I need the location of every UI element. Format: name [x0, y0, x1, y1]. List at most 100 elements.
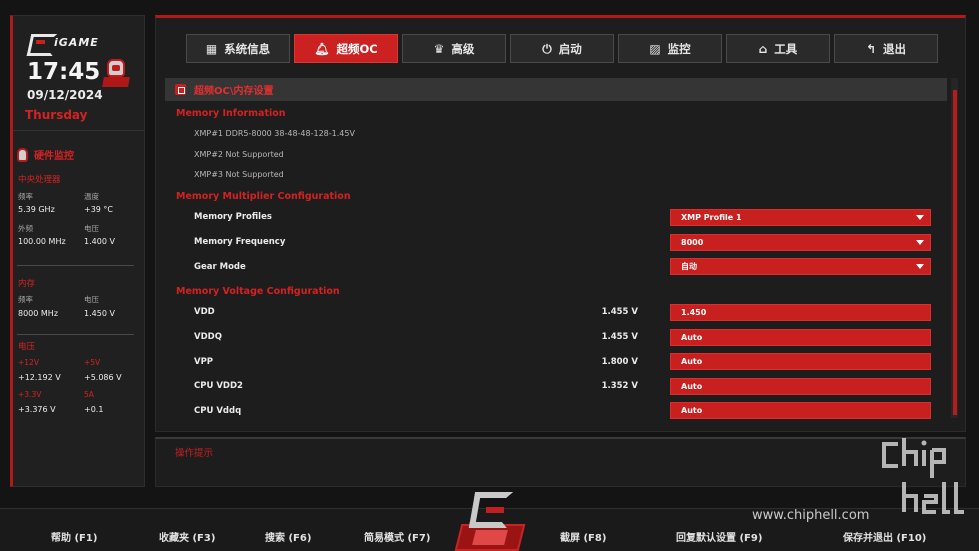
memory-frequency-value: 8000 — [681, 238, 704, 247]
tab-advanced[interactable]: ♛ 高级 — [402, 34, 506, 63]
tab-tools[interactable]: ⌂ 工具 — [726, 34, 830, 63]
cpu-vdd2-input[interactable]: Auto — [670, 378, 931, 395]
vdd-value: 1.450 — [681, 308, 707, 317]
sidebar-divider — [17, 265, 134, 266]
v5-label: +5V — [84, 358, 101, 367]
robot-icon — [17, 147, 28, 162]
memory-profiles-label: Memory Profiles — [194, 212, 272, 222]
cpu-bclk-label: 外频 — [18, 224, 33, 233]
cpu-vdd2-reading: 1.352 V — [601, 381, 638, 391]
help-title: 操作提示 — [175, 448, 214, 459]
memory-freq-value: 8000 MHz — [18, 309, 59, 318]
v33-label: +3.3V — [18, 390, 42, 399]
vdd-label: VDD — [194, 307, 215, 317]
chevron-down-icon — [916, 240, 924, 245]
back-arrow-icon: ↰ — [865, 41, 877, 56]
memory-volt-label: 电压 — [84, 295, 99, 304]
cpu-vddq-label: CPU Vddq — [194, 406, 242, 416]
help-panel — [155, 437, 966, 487]
load-defaults-button[interactable]: 回复默认设置 (F9) — [676, 529, 762, 544]
favorites-button[interactable]: 收藏夹 (F3) — [159, 529, 215, 544]
cpu-freq-label: 频率 — [18, 192, 33, 201]
hardware-monitor-title: 硬件监控 — [34, 151, 74, 162]
cpu-vdd2-label: CPU VDD2 — [194, 381, 243, 391]
v12-value: +12.192 V — [18, 373, 61, 382]
igame-emblem-icon — [452, 490, 528, 551]
memory-profiles-select[interactable]: XMP Profile 1 — [670, 209, 931, 226]
scrollbar-thumb[interactable] — [953, 90, 957, 415]
vddq-reading: 1.455 V — [601, 332, 638, 342]
toolbox-icon: ⌂ — [758, 41, 768, 56]
chevron-down-icon — [916, 215, 924, 220]
cpu-vdd2-value: Auto — [681, 382, 703, 391]
clock-time: 17:45 — [27, 59, 101, 85]
cpu-volt-value: 1.400 V — [84, 237, 115, 246]
cpu-section-title: 中央处理器 — [18, 175, 61, 185]
tab-exit[interactable]: ↰ 退出 — [834, 34, 938, 63]
vddq-value: Auto — [681, 333, 703, 342]
tab-label: 工具 — [774, 41, 798, 56]
watermark-url: www.chiphell.com — [752, 508, 870, 523]
power-icon: ⏻ — [542, 41, 552, 56]
gear-mode-label: Gear Mode — [194, 262, 246, 272]
memory-volt-value: 1.450 V — [84, 309, 115, 318]
cpu-bclk-value: 100.00 MHz — [18, 237, 66, 246]
memory-freq-label: 频率 — [18, 295, 33, 304]
igame-logo-icon — [27, 32, 51, 52]
cpu-vddq-input[interactable]: Auto — [670, 402, 931, 419]
tab-label: 系统信息 — [224, 41, 271, 56]
memory-frequency-label: Memory Frequency — [194, 237, 286, 247]
v5a-label: 5A — [84, 390, 94, 399]
tab-overclock[interactable]: 🔔︎ 超频OC — [294, 34, 398, 63]
gear-mode-select[interactable]: 自动 — [670, 258, 931, 275]
vdd-reading: 1.455 V — [601, 307, 638, 317]
tab-monitor[interactable]: ▨ 监控 — [618, 34, 722, 63]
gear-mode-value: 自动 — [681, 262, 697, 271]
crown-icon: ♛ — [433, 41, 445, 56]
vpp-value: Auto — [681, 357, 703, 366]
memory-voltage-title: Memory Voltage Configuration — [176, 286, 340, 297]
tab-label: 退出 — [883, 41, 907, 56]
breadcrumb-text: 超频OC\内存设置 — [194, 86, 274, 97]
tab-system-info[interactable]: ▦ 系统信息 — [186, 34, 290, 63]
easy-mode-button[interactable]: 简易模式 (F7) — [364, 529, 430, 544]
breadcrumb: 超频OC\内存设置 — [165, 78, 947, 101]
back-icon[interactable] — [175, 84, 186, 95]
memory-multiplier-title: Memory Multiplier Configuration — [176, 191, 351, 202]
vpp-label: VPP — [194, 357, 214, 367]
memory-frequency-select[interactable]: 8000 — [670, 234, 931, 251]
sidebar-divider — [17, 334, 134, 335]
screenshot-button[interactable]: 截屏 (F8) — [560, 529, 606, 544]
xmp2-info: XMP#2 Not Supported — [194, 150, 284, 159]
tab-label: 监控 — [667, 41, 691, 56]
v5a-value: +0.1 — [84, 405, 104, 414]
cpu-vddq-value: Auto — [681, 406, 703, 415]
memory-profiles-value: XMP Profile 1 — [681, 213, 742, 222]
monitor-icon: ▨ — [649, 41, 661, 56]
memory-information-title: Memory Information — [176, 108, 286, 119]
memory-section-title: 内存 — [18, 279, 36, 289]
vdd-input[interactable]: 1.450 — [670, 304, 931, 321]
chiphell-watermark-logo — [880, 436, 972, 528]
sidebar-divider — [13, 130, 144, 131]
tab-label: 超频OC — [336, 41, 378, 56]
v5-value: +5.086 V — [84, 373, 122, 382]
v12-label: +12V — [18, 358, 39, 367]
vddq-input[interactable]: Auto — [670, 329, 931, 346]
clock-date: 09/12/2024 — [27, 88, 103, 102]
tab-label: 高级 — [451, 41, 475, 56]
mascot-icon — [102, 59, 130, 87]
vpp-input[interactable]: Auto — [670, 353, 931, 370]
xmp1-info: XMP#1 DDR5-8000 38-48-48-128-1.45V — [194, 129, 355, 138]
save-exit-button[interactable]: 保存并退出 (F10) — [843, 529, 926, 544]
v33-value: +3.376 V — [18, 405, 56, 414]
grid-icon: ▦ — [205, 41, 218, 56]
hardware-monitor-header: 硬件监控 — [17, 147, 74, 162]
search-button[interactable]: 搜索 (F6) — [265, 529, 311, 544]
help-button[interactable]: 帮助 (F1) — [51, 529, 97, 544]
cpu-temp-value: +39 °C — [84, 205, 114, 214]
tab-label: 启动 — [558, 41, 582, 56]
cpu-freq-value: 5.39 GHz — [18, 205, 55, 214]
cpu-volt-label: 电压 — [84, 224, 99, 233]
tab-boot[interactable]: ⏻ 启动 — [510, 34, 614, 63]
